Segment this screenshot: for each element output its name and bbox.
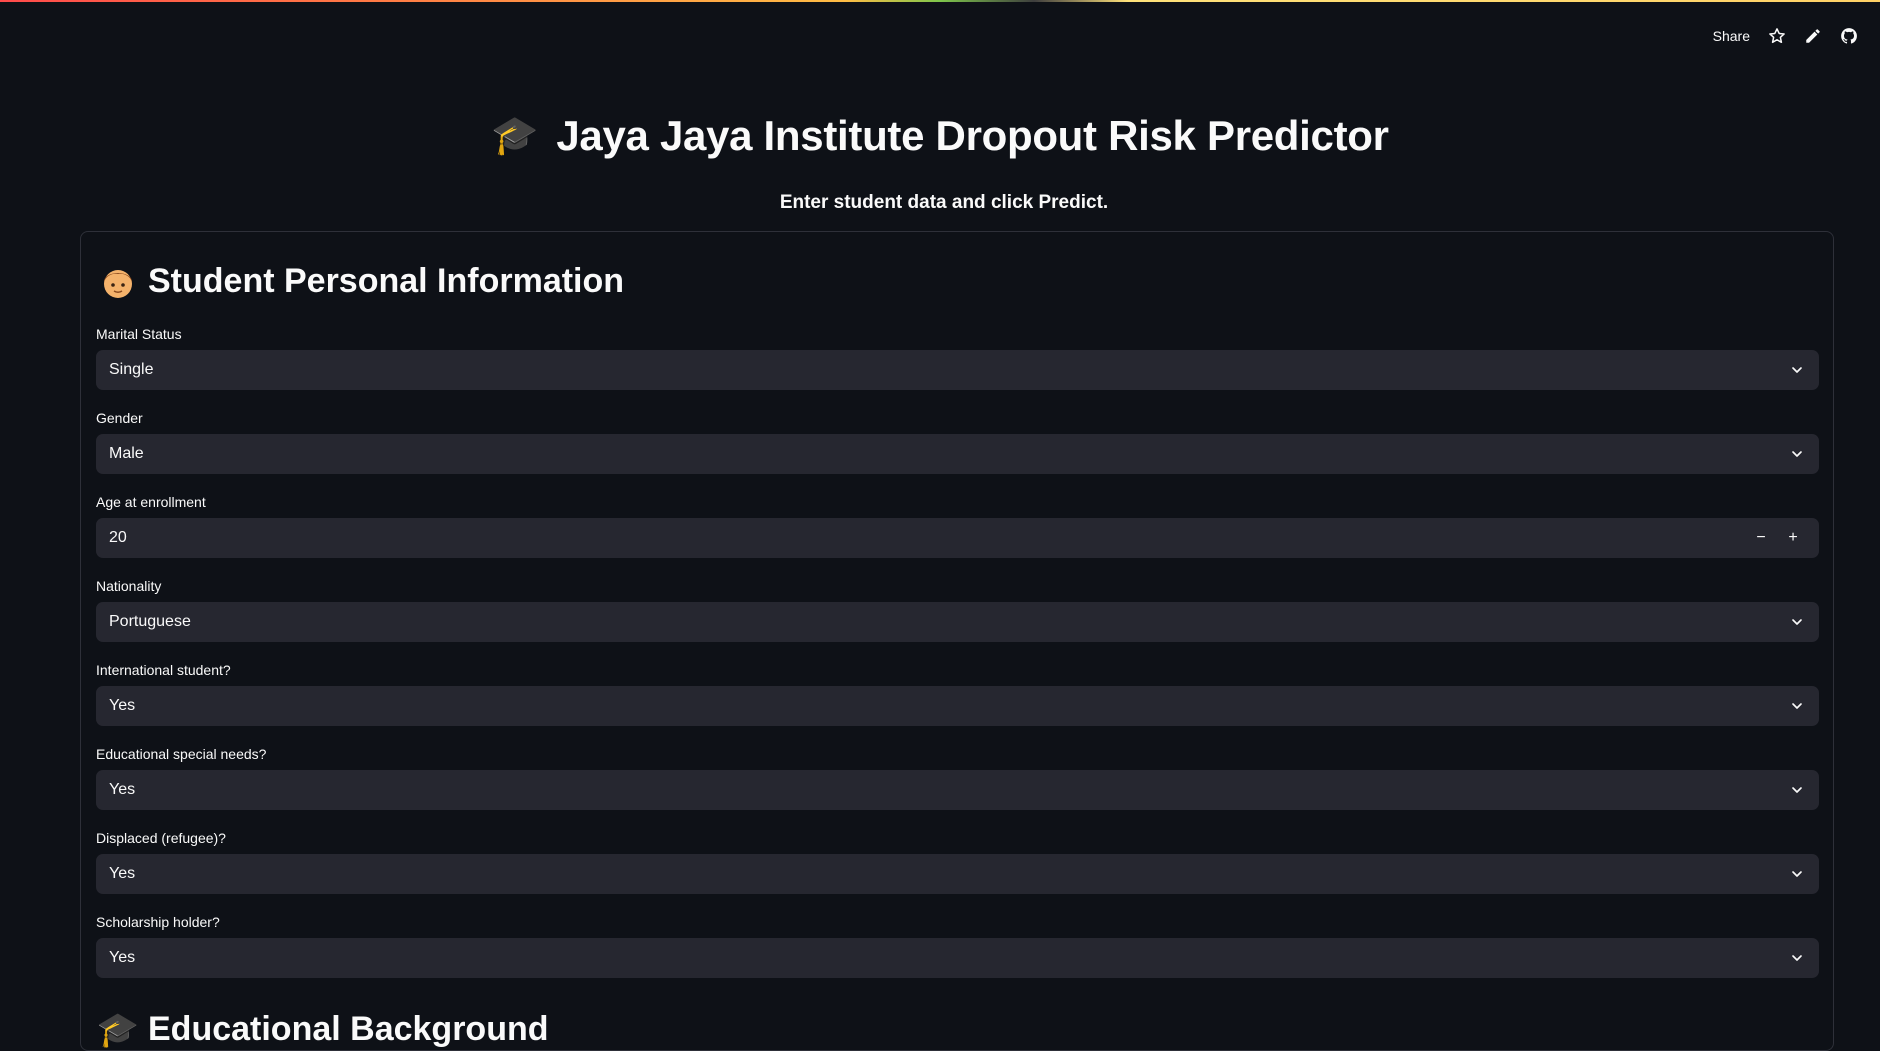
international-value: Yes bbox=[109, 697, 136, 714]
special-needs-label: Educational special needs? bbox=[96, 746, 267, 762]
gender-select[interactable]: Male bbox=[96, 434, 1819, 474]
special-needs-value: Yes bbox=[109, 781, 136, 798]
page-title: 🎓 Jaya Jaya Institute Dropout Risk Predi… bbox=[0, 112, 1880, 160]
displaced-label: Displaced (refugee)? bbox=[96, 830, 226, 846]
chevron-down-icon bbox=[1789, 362, 1805, 378]
section-educational-title: Educational Background bbox=[148, 1010, 549, 1048]
graduation-cap-icon: 🎓 bbox=[96, 1010, 140, 1049]
increment-button[interactable]: + bbox=[1781, 526, 1805, 550]
age-label: Age at enrollment bbox=[96, 494, 206, 510]
marital-status-select[interactable]: Single bbox=[96, 350, 1819, 390]
chevron-down-icon bbox=[1789, 446, 1805, 462]
scholarship-label: Scholarship holder? bbox=[96, 914, 220, 930]
section-personal-title: Student Personal Information bbox=[148, 262, 625, 300]
student-form: Student Personal Information Marital Sta… bbox=[80, 231, 1834, 1051]
graduation-cap-icon: 🎓 bbox=[491, 115, 539, 157]
international-label: International student? bbox=[96, 662, 231, 678]
chevron-down-icon bbox=[1789, 866, 1805, 882]
special-needs-select[interactable]: Yes bbox=[96, 770, 1819, 810]
chevron-down-icon bbox=[1789, 782, 1805, 798]
edit-icon[interactable] bbox=[1804, 27, 1822, 45]
gender-value: Male bbox=[109, 445, 144, 462]
age-stepper: − + bbox=[1749, 526, 1805, 550]
chevron-down-icon bbox=[1789, 950, 1805, 966]
top-decoration-bar bbox=[0, 0, 1880, 2]
github-icon[interactable] bbox=[1840, 27, 1858, 45]
gender-label: Gender bbox=[96, 410, 143, 426]
scholarship-select[interactable]: Yes bbox=[96, 938, 1819, 978]
section-educational-header: 🎓 Educational Background bbox=[96, 1010, 549, 1049]
child-face-icon bbox=[100, 264, 136, 300]
decrement-button[interactable]: − bbox=[1749, 526, 1773, 550]
marital-status-value: Single bbox=[109, 361, 154, 378]
page-subtitle: Enter student data and click Predict. bbox=[779, 192, 1109, 213]
age-number-input[interactable]: 20 − + bbox=[96, 518, 1819, 558]
star-icon[interactable] bbox=[1768, 27, 1786, 45]
share-button[interactable]: Share bbox=[1713, 28, 1750, 44]
section-personal-header: Student Personal Information bbox=[100, 262, 624, 301]
chevron-down-icon bbox=[1789, 614, 1805, 630]
scholarship-value: Yes bbox=[109, 949, 136, 966]
international-select[interactable]: Yes bbox=[96, 686, 1819, 726]
age-value: 20 bbox=[109, 529, 127, 546]
nationality-label: Nationality bbox=[96, 578, 162, 594]
marital-status-label: Marital Status bbox=[96, 326, 182, 342]
nationality-select[interactable]: Portuguese bbox=[96, 602, 1819, 642]
displaced-select[interactable]: Yes bbox=[96, 854, 1819, 894]
header-toolbar: Share bbox=[1713, 22, 1858, 50]
nationality-value: Portuguese bbox=[109, 613, 191, 630]
chevron-down-icon bbox=[1789, 698, 1805, 714]
page-title-text: Jaya Jaya Institute Dropout Risk Predict… bbox=[556, 112, 1389, 159]
displaced-value: Yes bbox=[109, 865, 136, 882]
